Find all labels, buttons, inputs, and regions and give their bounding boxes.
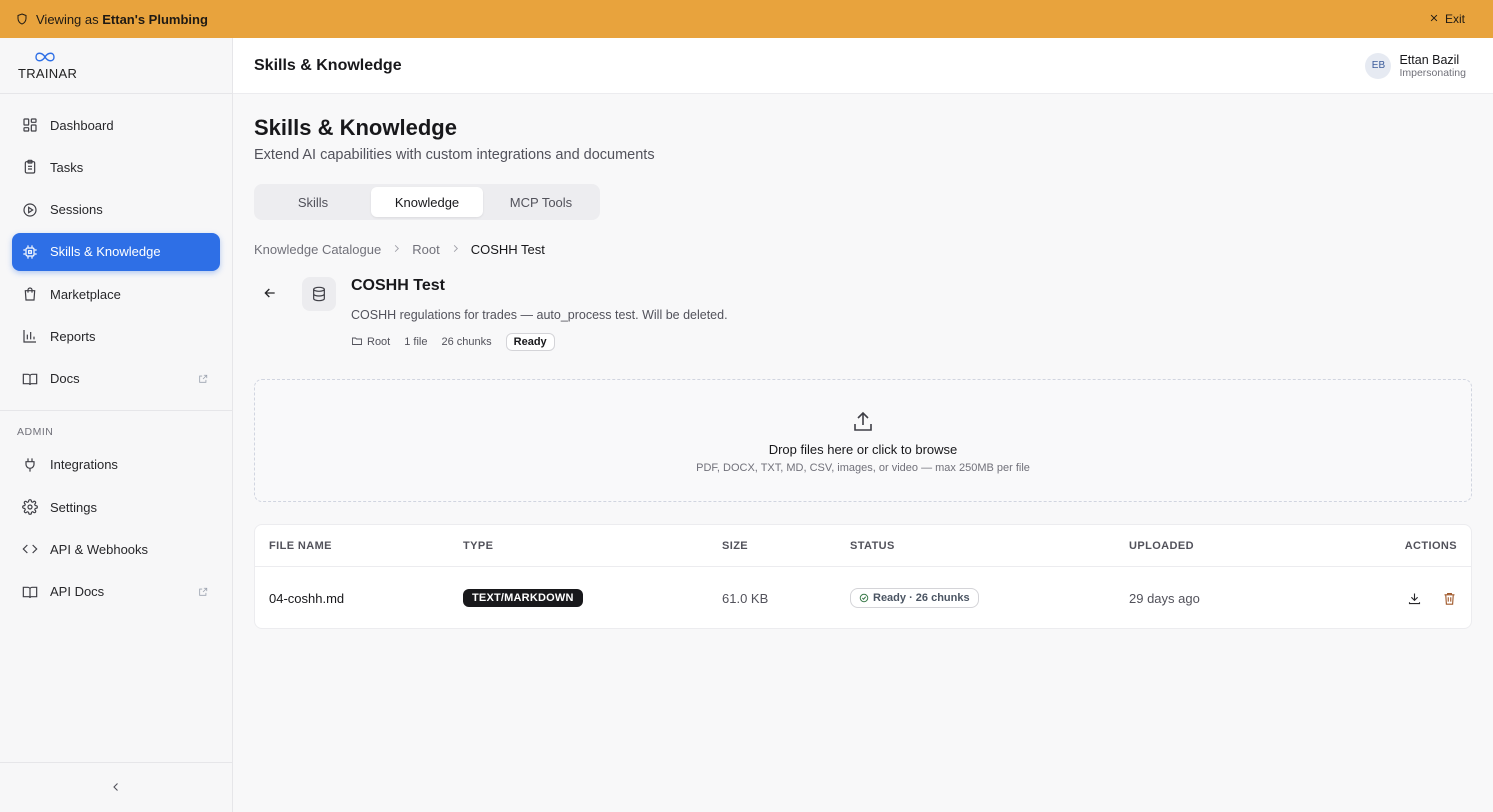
tab-bar: Skills Knowledge MCP Tools [254, 184, 600, 220]
kb-meta: Root 1 file 26 chunks Ready [351, 333, 555, 351]
col-uploaded: UPLOADED [1129, 539, 1194, 552]
sidebar: TRAINAR Dashboard Tasks Sessions Skills … [0, 38, 233, 812]
files-table: FILE NAME TYPE SIZE STATUS UPLOADED ACTI… [254, 524, 1472, 629]
knowledge-base-header: COSHH Test COSHH regulations for trades … [254, 277, 1472, 357]
main-nav: Dashboard Tasks Sessions Skills & Knowle… [0, 94, 232, 398]
collapse-sidebar-button[interactable] [0, 762, 232, 812]
bar-chart-icon [22, 328, 38, 344]
row-actions [1407, 591, 1457, 606]
file-status-badge: Ready · 26 chunks [850, 588, 979, 608]
play-circle-icon [22, 202, 38, 218]
impersonation-banner: Viewing as Ettan's Plumbing Exit [0, 0, 1493, 38]
sidebar-item-skills-knowledge[interactable]: Skills & Knowledge [12, 232, 220, 271]
sidebar-item-docs[interactable]: Docs [12, 360, 220, 398]
sidebar-item-tasks[interactable]: Tasks [12, 148, 220, 186]
col-status: STATUS [850, 539, 895, 552]
sidebar-item-integrations[interactable]: Integrations [12, 446, 220, 484]
sidebar-item-api-docs[interactable]: API Docs [12, 573, 220, 611]
shopping-bag-icon [22, 286, 38, 302]
tab-skills[interactable]: Skills [257, 187, 369, 217]
close-icon [1429, 12, 1439, 26]
database-icon [302, 277, 336, 311]
sidebar-item-marketplace[interactable]: Marketplace [12, 275, 220, 313]
breadcrumb-current: COSHH Test [470, 242, 545, 257]
dashboard-icon [22, 117, 38, 133]
external-link-icon [198, 372, 208, 383]
col-size: SIZE [722, 539, 749, 552]
exit-impersonation-button[interactable]: Exit [1429, 12, 1465, 26]
topbar: Skills & Knowledge EB Ettan Bazil Impers… [233, 38, 1493, 94]
file-name[interactable]: 04-coshh.md [269, 591, 344, 606]
dropzone-subtitle: PDF, DOCX, TXT, MD, CSV, images, or vide… [696, 462, 1030, 474]
kb-description: COSHH regulations for trades — auto_proc… [351, 308, 728, 322]
clipboard-icon [22, 159, 38, 175]
download-icon[interactable] [1407, 591, 1422, 606]
sidebar-item-reports[interactable]: Reports [12, 317, 220, 355]
breadcrumb: Knowledge Catalogue Root COSHH Test [254, 242, 1472, 257]
main-content: Skills & Knowledge Extend AI capabilitie… [254, 94, 1472, 629]
sidebar-item-dashboard[interactable]: Dashboard [12, 106, 220, 144]
kb-file-count: 1 file [404, 336, 428, 348]
user-name: Ettan Bazil [1399, 52, 1460, 67]
chip-icon [22, 244, 38, 260]
check-circle-icon [859, 593, 869, 603]
chevron-right-icon [450, 243, 461, 257]
page-subtitle: Extend AI capabilities with custom integ… [254, 147, 655, 163]
breadcrumb-root[interactable]: Root [412, 242, 439, 257]
file-uploaded: 29 days ago [1129, 590, 1200, 606]
tab-knowledge[interactable]: Knowledge [371, 187, 483, 217]
sidebar-item-sessions[interactable]: Sessions [12, 191, 220, 229]
folder-icon [351, 335, 363, 350]
admin-section-label: ADMIN [17, 425, 54, 438]
kb-folder: Root [351, 335, 390, 350]
file-type-badge: TEXT/MARKDOWN [463, 589, 583, 607]
shield-icon [16, 12, 28, 26]
back-arrow-icon[interactable] [262, 285, 278, 301]
col-file-name: FILE NAME [269, 539, 332, 552]
page-title: Skills & Knowledge [254, 115, 457, 140]
plug-icon [22, 457, 38, 473]
breadcrumb-knowledge-catalogue[interactable]: Knowledge Catalogue [254, 242, 381, 257]
kb-title: COSHH Test [351, 277, 445, 294]
topbar-title: Skills & Knowledge [254, 56, 402, 74]
viewing-as-text: Viewing as Ettan's Plumbing [36, 11, 208, 27]
brand-name: TRAINAR [18, 66, 78, 81]
table-header: FILE NAME TYPE SIZE STATUS UPLOADED ACTI… [255, 525, 1471, 567]
chevron-right-icon [391, 243, 402, 257]
external-link-icon [198, 585, 208, 596]
col-type: TYPE [463, 539, 494, 552]
col-actions: ACTIONS [1404, 539, 1457, 552]
trash-icon[interactable] [1442, 591, 1457, 606]
file-dropzone[interactable]: Drop files here or click to browse PDF, … [254, 379, 1472, 502]
table-row: 04-coshh.md TEXT/MARKDOWN 61.0 KB Ready … [255, 567, 1471, 629]
book-icon [22, 371, 38, 387]
sidebar-item-api-webhooks[interactable]: API & Webhooks [12, 530, 220, 568]
infinity-logo-icon [31, 50, 59, 67]
user-menu[interactable]: EB Ettan Bazil Impersonating [1365, 52, 1466, 79]
file-size: 61.0 KB [722, 590, 769, 606]
dropzone-title: Drop files here or click to browse [768, 442, 958, 457]
book-icon [22, 584, 38, 600]
kb-chunk-count: 26 chunks [441, 336, 492, 348]
status-badge: Ready [505, 333, 555, 351]
admin-nav: Integrations Settings API & Webhooks API… [0, 446, 232, 611]
avatar: EB [1365, 52, 1392, 79]
user-status: Impersonating [1399, 66, 1466, 79]
tab-mcp-tools[interactable]: MCP Tools [485, 187, 597, 217]
sidebar-item-settings[interactable]: Settings [12, 488, 220, 526]
code-icon [22, 541, 38, 557]
upload-icon [851, 410, 875, 434]
brand-logo[interactable]: TRAINAR [0, 38, 232, 94]
chevron-left-icon [110, 780, 122, 796]
gear-icon [22, 499, 38, 515]
